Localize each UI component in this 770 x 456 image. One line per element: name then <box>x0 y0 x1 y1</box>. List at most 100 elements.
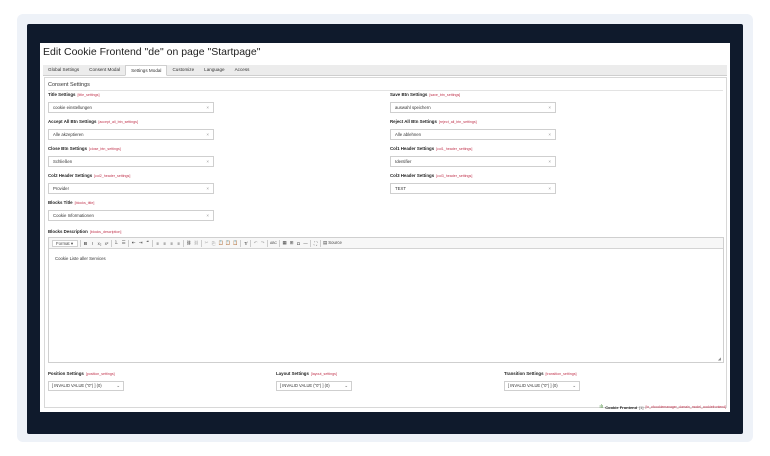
clear-icon[interactable]: × <box>548 130 551 139</box>
toolbar-separator <box>240 239 242 247</box>
col2-header-settings-field: Col2 Header Settings [col2_header_setting… <box>48 173 214 194</box>
save-btn-settings-input[interactable]: auswahl speichern × <box>390 102 556 113</box>
toolbar-separator <box>267 239 269 247</box>
edit-panel: Edit Cookie Frontend "de" on page "Start… <box>40 43 730 412</box>
title-settings-field: Title Settings [title_settings] cookie ei… <box>48 92 214 113</box>
col1-header-settings-field: Col1 Header Settings [col1_header_setting… <box>390 146 556 167</box>
tab-access[interactable]: Access <box>230 65 255 75</box>
clear-icon[interactable]: × <box>548 103 551 112</box>
blocks-title-field: Blocks Title [blocks_title] Cookie Inform… <box>48 200 214 221</box>
field-label: Col3 Header Settings [col3_header_setting… <box>390 173 473 178</box>
record-name[interactable]: Cookie Frontend <box>605 405 637 410</box>
cut-icon[interactable]: ✂ <box>204 240 209 246</box>
subscript-button[interactable]: x₂ <box>97 241 102 246</box>
bold-button[interactable]: B <box>83 241 88 246</box>
link-icon[interactable]: ⛓ <box>186 240 191 246</box>
justify-icon[interactable]: ≡ <box>176 241 181 246</box>
toolbar-separator <box>152 239 153 247</box>
clear-icon[interactable]: × <box>206 130 209 139</box>
toolbar-separator <box>200 239 202 247</box>
unlink-icon[interactable]: ⛓ <box>193 240 198 246</box>
col3-header-settings-input[interactable]: TEXT × <box>390 183 556 194</box>
italic-button[interactable]: I <box>90 241 95 246</box>
reject-all-btn-settings-input[interactable]: Alle ablehnen × <box>390 129 556 140</box>
title-settings-input[interactable]: cookie einstellungen × <box>48 102 214 113</box>
transition-settings-select[interactable]: [ INVALID VALUE ("0") ] (0) ⌄ <box>504 381 580 391</box>
col1-header-settings-input[interactable]: Identifier × <box>390 156 556 167</box>
tab-bar: Global Settings Consent Modal Settings M… <box>43 65 727 76</box>
clear-icon[interactable]: × <box>206 103 209 112</box>
paste-icon[interactable]: 📋 <box>218 240 223 246</box>
align-center-icon[interactable]: ≡ <box>162 241 167 246</box>
indent-icon[interactable]: ⇥ <box>138 240 143 246</box>
chevron-down-icon: ⌄ <box>572 383 576 388</box>
clear-icon[interactable]: × <box>206 184 209 193</box>
toolbar-separator <box>80 239 81 247</box>
blockquote-icon[interactable]: ❝ <box>145 240 150 246</box>
copy-icon[interactable]: ⎘ <box>211 241 216 246</box>
col2-header-settings-input[interactable]: Provider × <box>48 183 214 194</box>
format-dropdown[interactable]: Format ▾ <box>52 239 78 247</box>
position-settings-field: Position Settings [position_settings] [ I… <box>48 371 124 391</box>
tab-global-settings[interactable]: Global Settings <box>43 65 84 75</box>
paste-word-icon[interactable]: 📋 <box>233 240 238 246</box>
toolbar-separator <box>320 239 321 247</box>
field-label: Title Settings [title_settings] <box>48 92 100 97</box>
record-info: ılı Cookie Frontend [1] [tx_cfcookiemana… <box>599 404 726 410</box>
clear-icon[interactable]: × <box>548 157 551 166</box>
spellcheck-icon[interactable]: ABC <box>270 241 277 245</box>
toolbar-separator <box>250 239 252 247</box>
blocks-title-input[interactable]: Cookie Informationen × <box>48 210 214 221</box>
field-label: Transition Settings [transition_settings] <box>504 371 577 376</box>
bullet-list-icon[interactable]: ☰ <box>121 240 126 246</box>
field-label: Blocks Title [blocks_title] <box>48 200 95 205</box>
tab-customize[interactable]: Customize <box>167 65 199 75</box>
redo-icon[interactable]: ↷ <box>260 240 265 246</box>
clear-icon[interactable]: × <box>206 157 209 166</box>
field-label: Layout Settings [layout_settings] <box>276 371 337 376</box>
close-btn-settings-field: Close Btn Settings [close_btn_settings] S… <box>48 146 214 167</box>
toolbar-separator <box>128 239 129 247</box>
field-label: Col1 Header Settings [col1_header_setting… <box>390 146 473 151</box>
maximize-icon[interactable]: ⛶ <box>313 241 318 246</box>
superscript-button[interactable]: x² <box>104 241 109 246</box>
resize-handle-icon[interactable]: ◢ <box>718 356 721 361</box>
chevron-down-icon: ⌄ <box>116 383 120 388</box>
close-btn-settings-input[interactable]: Schließen × <box>48 156 214 167</box>
record-uid: [1] <box>639 404 644 410</box>
align-right-icon[interactable]: ≡ <box>169 241 174 246</box>
field-label: Save Btn Settings [save_btn_settings] <box>390 92 461 97</box>
extension-icon: ılı <box>599 404 604 410</box>
undo-icon[interactable]: ↶ <box>253 240 258 246</box>
section-divider <box>48 90 723 91</box>
reject-all-btn-settings-field: Reject All Btn Settings [reject_all_btn_s… <box>390 119 556 140</box>
layout-settings-field: Layout Settings [layout_settings] [ INVAL… <box>276 371 352 391</box>
tab-language[interactable]: Language <box>199 65 229 75</box>
outdent-icon[interactable]: ⇤ <box>131 240 136 246</box>
accept-all-btn-settings-input[interactable]: Alle akzeptieren × <box>48 129 214 140</box>
page-title: Edit Cookie Frontend "de" on page "Start… <box>43 46 261 58</box>
position-settings-select[interactable]: [ INVALID VALUE ("0") ] (0) ⌄ <box>48 381 124 391</box>
field-label: Position Settings [position_settings] <box>48 371 115 376</box>
toolbar-separator <box>111 239 112 247</box>
clear-icon[interactable]: × <box>548 184 551 193</box>
remove-format-icon[interactable]: T̸ <box>243 241 248 246</box>
source-button[interactable]: ▤ Source <box>323 240 342 246</box>
editor-content[interactable]: Cookie Liste aller Services <box>49 249 723 268</box>
layout-settings-select[interactable]: [ INVALID VALUE ("0") ] (0) ⌄ <box>276 381 352 391</box>
ordered-list-icon[interactable]: ⒈ <box>114 240 119 246</box>
paste-text-icon[interactable]: 📋 <box>225 240 230 246</box>
table-icon[interactable]: ▦ <box>282 240 287 246</box>
col3-header-settings-field: Col3 Header Settings [col3_header_setting… <box>390 173 556 194</box>
align-left-icon[interactable]: ≡ <box>155 241 160 246</box>
tab-settings-modal[interactable]: Settings Modal <box>125 65 168 76</box>
tab-consent-modal[interactable]: Consent Modal <box>84 65 125 75</box>
special-character-icon[interactable]: Ω <box>296 241 301 246</box>
field-label: Close Btn Settings [close_btn_settings] <box>48 146 121 151</box>
tab-content: Consent Settings Title Settings [title_se… <box>44 77 727 408</box>
toolbar-separator <box>183 239 184 247</box>
horizontal-rule-icon[interactable]: — <box>303 241 308 246</box>
clear-icon[interactable]: × <box>206 211 209 220</box>
source-icon: ▤ <box>323 240 328 245</box>
image-icon[interactable]: ⊞ <box>289 240 294 246</box>
